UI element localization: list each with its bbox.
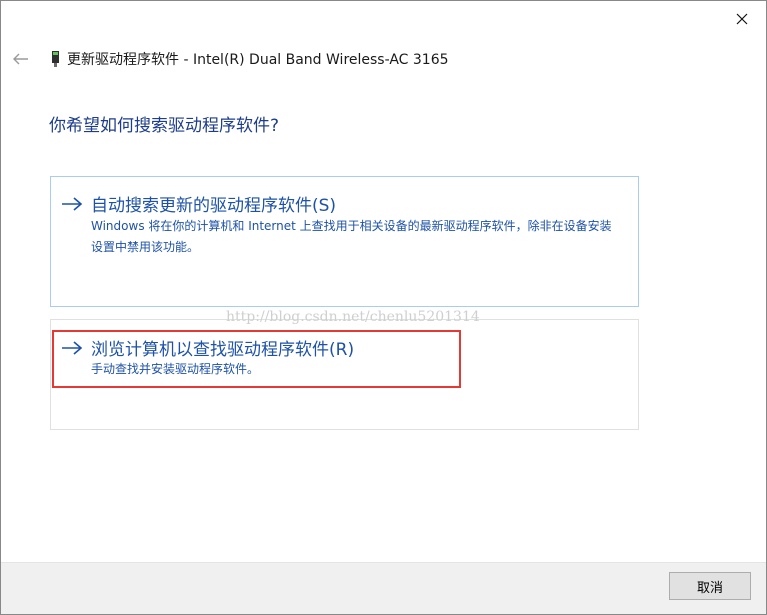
auto-search-option[interactable]: 自动搜索更新的驱动程序软件(S) Windows 将在你的计算机和 Intern… [50,176,639,307]
close-icon [736,10,748,29]
arrow-right-icon [61,340,83,356]
auto-search-title: 自动搜索更新的驱动程序软件(S) [91,196,337,216]
close-button[interactable] [722,5,762,33]
browse-computer-title: 浏览计算机以查找驱动程序软件(R) [91,340,355,360]
network-adapter-icon [51,51,60,67]
cancel-button[interactable]: 取消 [669,572,751,600]
browse-computer-option[interactable]: 浏览计算机以查找驱动程序软件(R) 手动查找并安装驱动程序软件。 [50,319,639,430]
dialog-title: 更新驱动程序软件 - Intel(R) Dual Band Wireless-A… [67,52,449,68]
browse-computer-description: 手动查找并安装驱动程序软件。 [91,362,260,376]
arrow-right-icon [61,196,83,212]
back-arrow-icon [13,50,29,69]
back-button[interactable] [11,49,31,69]
page-question: 你希望如何搜索驱动程序软件? [49,116,280,136]
dialog-footer: 取消 [1,562,766,614]
dialog-header: 更新驱动程序软件 - Intel(R) Dual Band Wireless-A… [11,47,449,71]
update-driver-dialog: 更新驱动程序软件 - Intel(R) Dual Band Wireless-A… [0,0,767,615]
auto-search-description: Windows 将在你的计算机和 Internet 上查找用于相关设备的最新驱动… [91,219,612,254]
